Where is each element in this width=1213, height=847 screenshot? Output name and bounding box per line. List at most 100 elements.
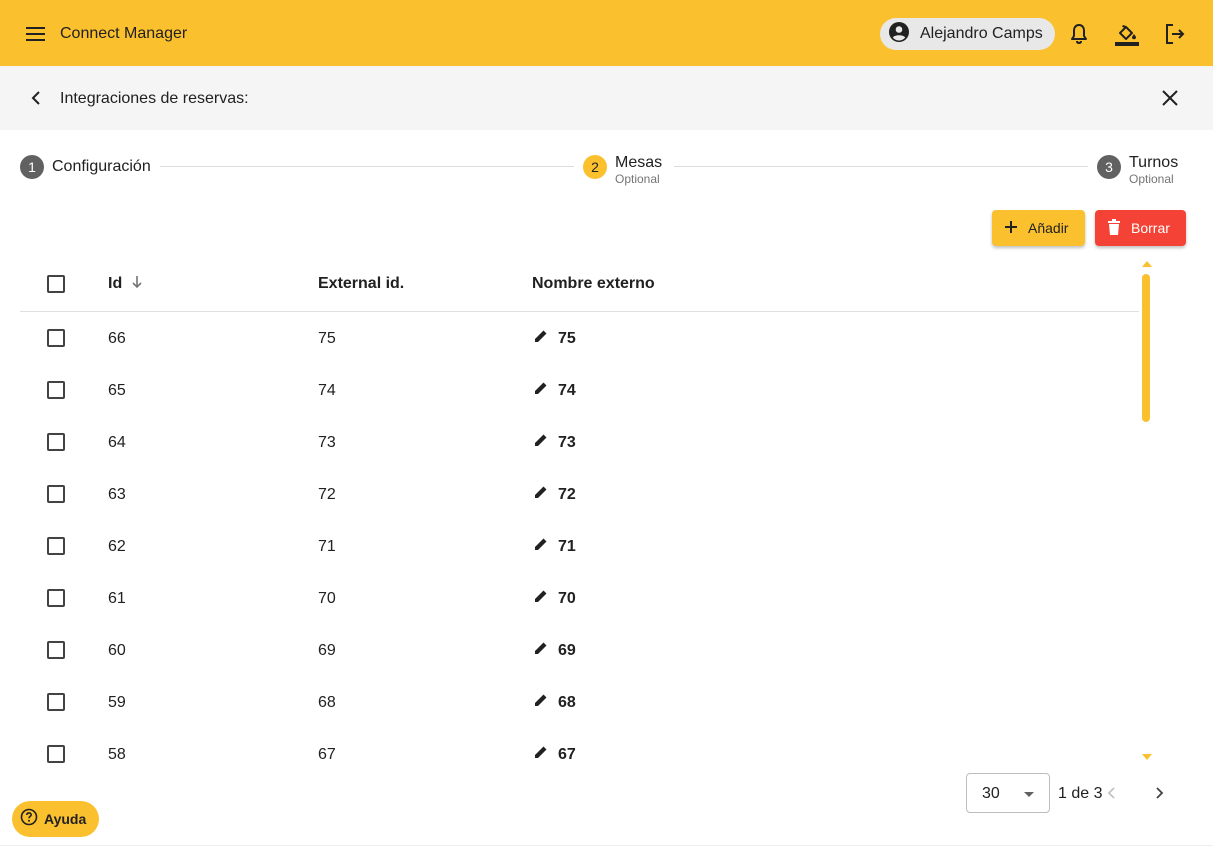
cell-id: 66 (108, 330, 126, 347)
step-number: 2 (583, 155, 607, 179)
plus-icon (1004, 220, 1018, 237)
menu-icon[interactable] (22, 20, 50, 48)
page-size-select[interactable]: 30 (966, 773, 1050, 813)
user-name: Alejandro Camps (920, 25, 1043, 42)
row-checkbox[interactable] (47, 381, 65, 399)
scrollbar-thumb[interactable] (1142, 274, 1150, 422)
cell-id: 59 (108, 694, 126, 711)
add-button[interactable]: Añadir (992, 210, 1085, 246)
help-button[interactable]: Ayuda (12, 801, 99, 837)
table-row: 64 73 73 (20, 416, 1139, 468)
column-header-nombre-externo[interactable]: Nombre externo (532, 275, 655, 293)
format-color-fill-icon[interactable] (1114, 21, 1140, 47)
column-header-external-id[interactable]: External id. (318, 275, 404, 293)
step-optional: Optional (1129, 172, 1174, 186)
row-checkbox[interactable] (47, 537, 65, 555)
cell-external-id: 70 (318, 590, 336, 607)
user-chip[interactable]: Alejandro Camps (880, 18, 1055, 50)
step-label: Turnos (1129, 154, 1179, 171)
table-row: 61 70 70 (20, 572, 1139, 624)
step-configuracion[interactable]: 1 Configuración (20, 155, 151, 179)
column-header-id-label: Id (108, 275, 123, 292)
step-number: 1 (20, 155, 44, 179)
row-checkbox[interactable] (47, 329, 65, 347)
cell-external-id: 75 (318, 330, 336, 347)
logout-icon[interactable] (1162, 21, 1188, 47)
help-button-label: Ayuda (44, 811, 87, 827)
cell-id: 60 (108, 642, 126, 659)
step-mesas[interactable]: 2 Mesas Optional (583, 154, 662, 186)
page-size-value: 30 (982, 785, 1000, 802)
edit-icon[interactable] (533, 536, 549, 552)
cell-nombre-externo: 68 (558, 694, 576, 711)
stepper-connector (160, 166, 574, 167)
edit-icon[interactable] (533, 380, 549, 396)
scroll-up-arrow-icon[interactable] (1142, 261, 1152, 267)
edit-icon[interactable] (533, 640, 549, 656)
edit-icon[interactable] (533, 588, 549, 604)
help-icon (20, 808, 38, 831)
table-row: 62 71 71 (20, 520, 1139, 572)
select-all-checkbox[interactable] (47, 275, 65, 293)
next-page-icon[interactable] (1149, 783, 1169, 803)
cell-nombre-externo: 69 (558, 642, 576, 659)
edit-icon[interactable] (533, 432, 549, 448)
top-app-bar: Connect Manager Alejandro Camps (0, 0, 1213, 66)
arrow-down-icon (131, 275, 143, 294)
table-row: 66 75 75 (20, 312, 1139, 364)
table-row: 59 68 68 (20, 676, 1139, 728)
cell-id: 62 (108, 538, 126, 555)
table-row: 65 74 74 (20, 364, 1139, 416)
row-checkbox[interactable] (47, 641, 65, 659)
trash-icon (1107, 218, 1121, 238)
row-checkbox[interactable] (47, 745, 65, 763)
dropdown-caret-icon (1024, 792, 1034, 797)
page-subheader: Integraciones de reservas: (0, 66, 1213, 130)
step-optional: Optional (615, 172, 660, 186)
cell-nombre-externo: 74 (558, 382, 576, 399)
row-checkbox[interactable] (47, 433, 65, 451)
previous-page-icon[interactable] (1102, 783, 1122, 803)
account-circle-icon (888, 21, 910, 48)
column-header-id[interactable]: Id (108, 275, 143, 294)
edit-icon[interactable] (533, 328, 549, 344)
table-row: 63 72 72 (20, 468, 1139, 520)
step-number: 3 (1097, 155, 1121, 179)
cell-nombre-externo: 72 (558, 486, 576, 503)
cell-external-id: 71 (318, 538, 336, 555)
cell-id: 61 (108, 590, 126, 607)
app-title: Connect Manager (60, 25, 188, 42)
cell-external-id: 74 (318, 382, 336, 399)
row-checkbox[interactable] (47, 589, 65, 607)
cell-nombre-externo: 71 (558, 538, 576, 555)
page-title: Integraciones de reservas: (60, 90, 249, 107)
cell-nombre-externo: 75 (558, 330, 576, 347)
cell-external-id: 69 (318, 642, 336, 659)
table-row: 60 69 69 (20, 624, 1139, 676)
cell-nombre-externo: 73 (558, 434, 576, 451)
stepper-connector (674, 166, 1088, 167)
edit-icon[interactable] (533, 484, 549, 500)
close-icon[interactable] (1158, 86, 1182, 110)
row-checkbox[interactable] (47, 485, 65, 503)
step-label: Configuración (52, 158, 151, 175)
step-turnos[interactable]: 3 Turnos Optional (1097, 154, 1178, 186)
cell-external-id: 72 (318, 486, 336, 503)
table-header: Id External id. Nombre externo (20, 258, 1139, 312)
back-icon[interactable] (24, 86, 48, 110)
edit-icon[interactable] (533, 692, 549, 708)
delete-button[interactable]: Borrar (1095, 210, 1186, 246)
cell-external-id: 73 (318, 434, 336, 451)
step-label: Mesas (615, 154, 663, 171)
delete-button-label: Borrar (1131, 220, 1170, 236)
cell-id: 63 (108, 486, 126, 503)
divider (0, 845, 1213, 846)
add-button-label: Añadir (1028, 220, 1069, 236)
cell-nombre-externo: 70 (558, 590, 576, 607)
row-checkbox[interactable] (47, 693, 65, 711)
notifications-icon[interactable] (1066, 21, 1092, 47)
scroll-down-arrow-icon[interactable] (1142, 754, 1152, 760)
cell-nombre-externo: 67 (558, 746, 576, 763)
cell-id: 64 (108, 434, 126, 451)
edit-icon[interactable] (533, 744, 549, 760)
